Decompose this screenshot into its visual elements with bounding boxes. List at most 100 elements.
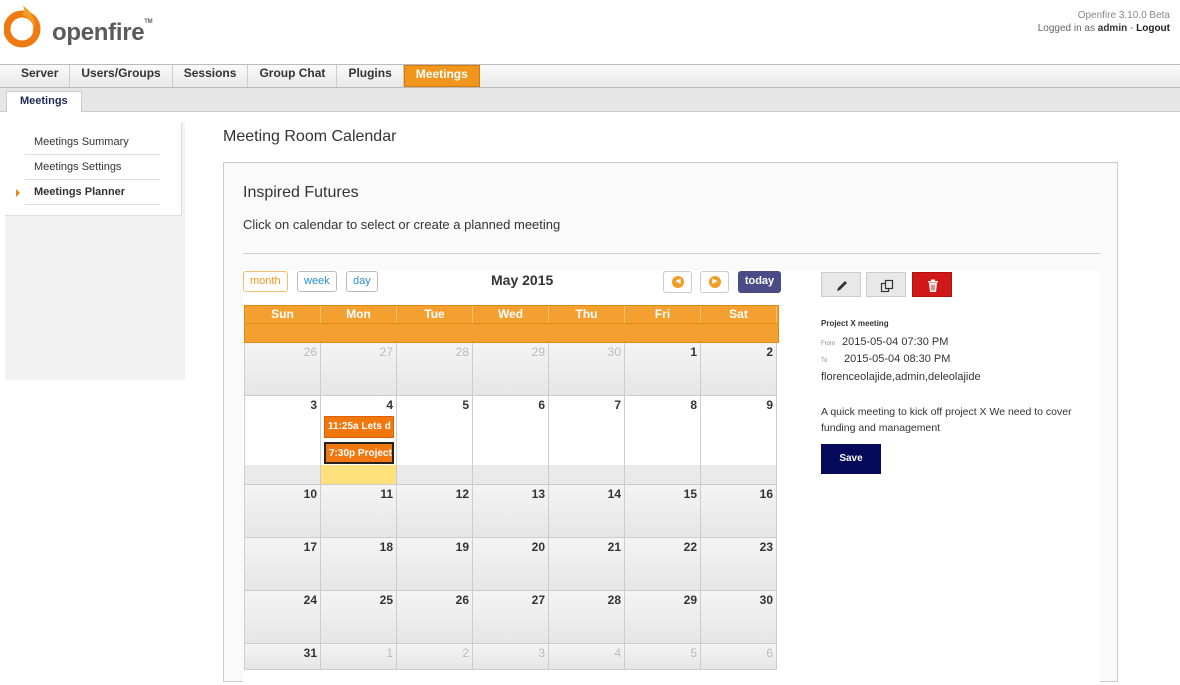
panel-hint: Click on calendar to select or create a …	[243, 217, 561, 232]
delete-button[interactable]	[912, 272, 952, 297]
openfire-logo[interactable]: openfireTM	[4, 3, 153, 49]
edit-button[interactable]	[821, 272, 861, 297]
week-row: 17 18 19 20 21 22 23	[244, 538, 779, 591]
prev-month-button[interactable]: ◀	[663, 271, 692, 293]
tab-users-groups[interactable]: Users/Groups	[70, 65, 173, 87]
tab-sessions[interactable]: Sessions	[173, 65, 249, 87]
copy-icon	[880, 279, 894, 293]
save-button[interactable]: Save	[821, 444, 881, 474]
day-cell[interactable]: 4	[549, 644, 625, 670]
day-header: Tue	[397, 306, 473, 323]
week-row: 3 4 11:25a Lets d 7:30p Project 5 6 7 8 …	[244, 396, 779, 485]
day-cell[interactable]: 18	[321, 538, 397, 591]
week-row: 10 11 12 13 14 15 16	[244, 485, 779, 538]
tab-server[interactable]: Server	[10, 65, 71, 87]
active-arrow-icon	[16, 189, 20, 197]
sub-tab-meetings[interactable]: Meetings	[6, 91, 82, 112]
day-cell[interactable]: 25	[321, 591, 397, 644]
calendar-title: May 2015	[491, 272, 554, 288]
day-cell[interactable]: 6	[701, 644, 777, 670]
sidebar-item-meetings-planner[interactable]: Meetings Planner	[16, 180, 160, 205]
calendar-event[interactable]: 11:25a Lets d	[324, 416, 394, 438]
next-month-button[interactable]: ▶	[700, 271, 729, 293]
day-cell[interactable]: 26	[245, 343, 321, 396]
trash-icon	[928, 279, 938, 292]
day-cell[interactable]: 2	[397, 644, 473, 670]
day-cell[interactable]: 14	[549, 485, 625, 538]
day-cell[interactable]: 24	[245, 591, 321, 644]
tab-group-chat[interactable]: Group Chat	[248, 65, 338, 87]
day-cell[interactable]: 20	[473, 538, 549, 591]
day-cell[interactable]: 3	[245, 396, 321, 485]
day-header: Sat	[701, 306, 777, 323]
day-cell[interactable]: 1	[321, 644, 397, 670]
version-label: Openfire 3.10.0 Beta	[1077, 10, 1170, 21]
calendar-event-selected[interactable]: 7:30p Project	[324, 442, 394, 464]
all-day-strip	[244, 324, 779, 343]
header: openfireTM Openfire 3.10.0 Beta Logged i…	[0, 0, 1180, 64]
meeting-details: Project X meeting From 2015-05-04 07:30 …	[821, 270, 1101, 685]
meeting-description: A quick meeting to kick off project X We…	[821, 406, 1072, 434]
to-label: To	[821, 358, 828, 364]
sidebar-list: Meetings Summary Meetings Settings Meeti…	[5, 122, 182, 216]
day-view-button[interactable]: day	[346, 271, 378, 292]
day-cell[interactable]: 11	[321, 485, 397, 538]
month-view-button[interactable]: month	[243, 271, 288, 292]
today-button[interactable]: today	[738, 271, 781, 293]
main-tab-bar: Server Users/Groups Sessions Group Chat …	[0, 64, 1180, 88]
sidebar-item-meetings-summary[interactable]: Meetings Summary	[25, 130, 160, 155]
sidebar: Meetings Summary Meetings Settings Meeti…	[5, 122, 185, 380]
day-cell[interactable]: 3	[473, 644, 549, 670]
tab-plugins[interactable]: Plugins	[337, 65, 404, 87]
day-cell[interactable]: 16	[701, 485, 777, 538]
sidebar-item-label: Meetings Planner	[34, 186, 126, 198]
day-cell[interactable]: 8	[625, 396, 701, 485]
sidebar-item-meetings-settings[interactable]: Meetings Settings	[25, 155, 160, 180]
day-cell[interactable]: 21	[549, 538, 625, 591]
week-view-button[interactable]: week	[297, 271, 337, 292]
day-header: Mon	[321, 306, 397, 323]
day-cell[interactable]: 15	[625, 485, 701, 538]
from-label: From	[821, 341, 835, 347]
day-cell[interactable]: 13	[473, 485, 549, 538]
day-cell[interactable]: 26	[397, 591, 473, 644]
chevron-left-icon: ◀	[672, 276, 684, 288]
calendar-wrapper: month week day May 2015 ◀ ▶ today Sun Mo…	[243, 270, 1100, 685]
day-cell[interactable]: 12	[397, 485, 473, 538]
day-cell[interactable]: 27	[321, 343, 397, 396]
day-cell[interactable]: 17	[245, 538, 321, 591]
day-cell[interactable]: 30	[701, 591, 777, 644]
calendar-panel: Inspired Futures Click on calendar to se…	[223, 162, 1118, 685]
day-cell[interactable]: 22	[625, 538, 701, 591]
day-cell[interactable]: 30	[549, 343, 625, 396]
meeting-title: Project X meeting	[821, 319, 889, 328]
day-cell[interactable]: 10	[245, 485, 321, 538]
sub-tab-bar: Meetings	[0, 88, 1180, 112]
to-value: 2015-05-04 08:30 PM	[844, 353, 951, 365]
tab-meetings[interactable]: Meetings	[403, 65, 480, 87]
day-cell-today[interactable]: 4 11:25a Lets d 7:30p Project	[321, 396, 397, 485]
day-cell[interactable]: 19	[397, 538, 473, 591]
week-row: 31 1 2 3 4 5 6	[244, 644, 779, 670]
day-cell[interactable]: 9	[701, 396, 777, 485]
logout-link[interactable]: Logout	[1136, 23, 1170, 34]
day-cell[interactable]: 1	[625, 343, 701, 396]
day-cell[interactable]: 5	[625, 644, 701, 670]
week-row: 24 25 26 27 28 29 30	[244, 591, 779, 644]
day-cell[interactable]: 29	[625, 591, 701, 644]
day-header: Thu	[549, 306, 625, 323]
divider	[243, 253, 1100, 254]
day-cell[interactable]: 6	[473, 396, 549, 485]
chevron-right-icon: ▶	[709, 276, 721, 288]
day-cell[interactable]: 31	[245, 644, 321, 670]
username: admin	[1097, 23, 1128, 34]
day-cell[interactable]: 23	[701, 538, 777, 591]
copy-button[interactable]	[866, 272, 906, 297]
day-cell[interactable]: 29	[473, 343, 549, 396]
day-cell[interactable]: 28	[549, 591, 625, 644]
day-cell[interactable]: 28	[397, 343, 473, 396]
day-cell[interactable]: 27	[473, 591, 549, 644]
day-cell[interactable]: 7	[549, 396, 625, 485]
day-cell[interactable]: 5	[397, 396, 473, 485]
day-cell[interactable]: 2	[701, 343, 777, 396]
